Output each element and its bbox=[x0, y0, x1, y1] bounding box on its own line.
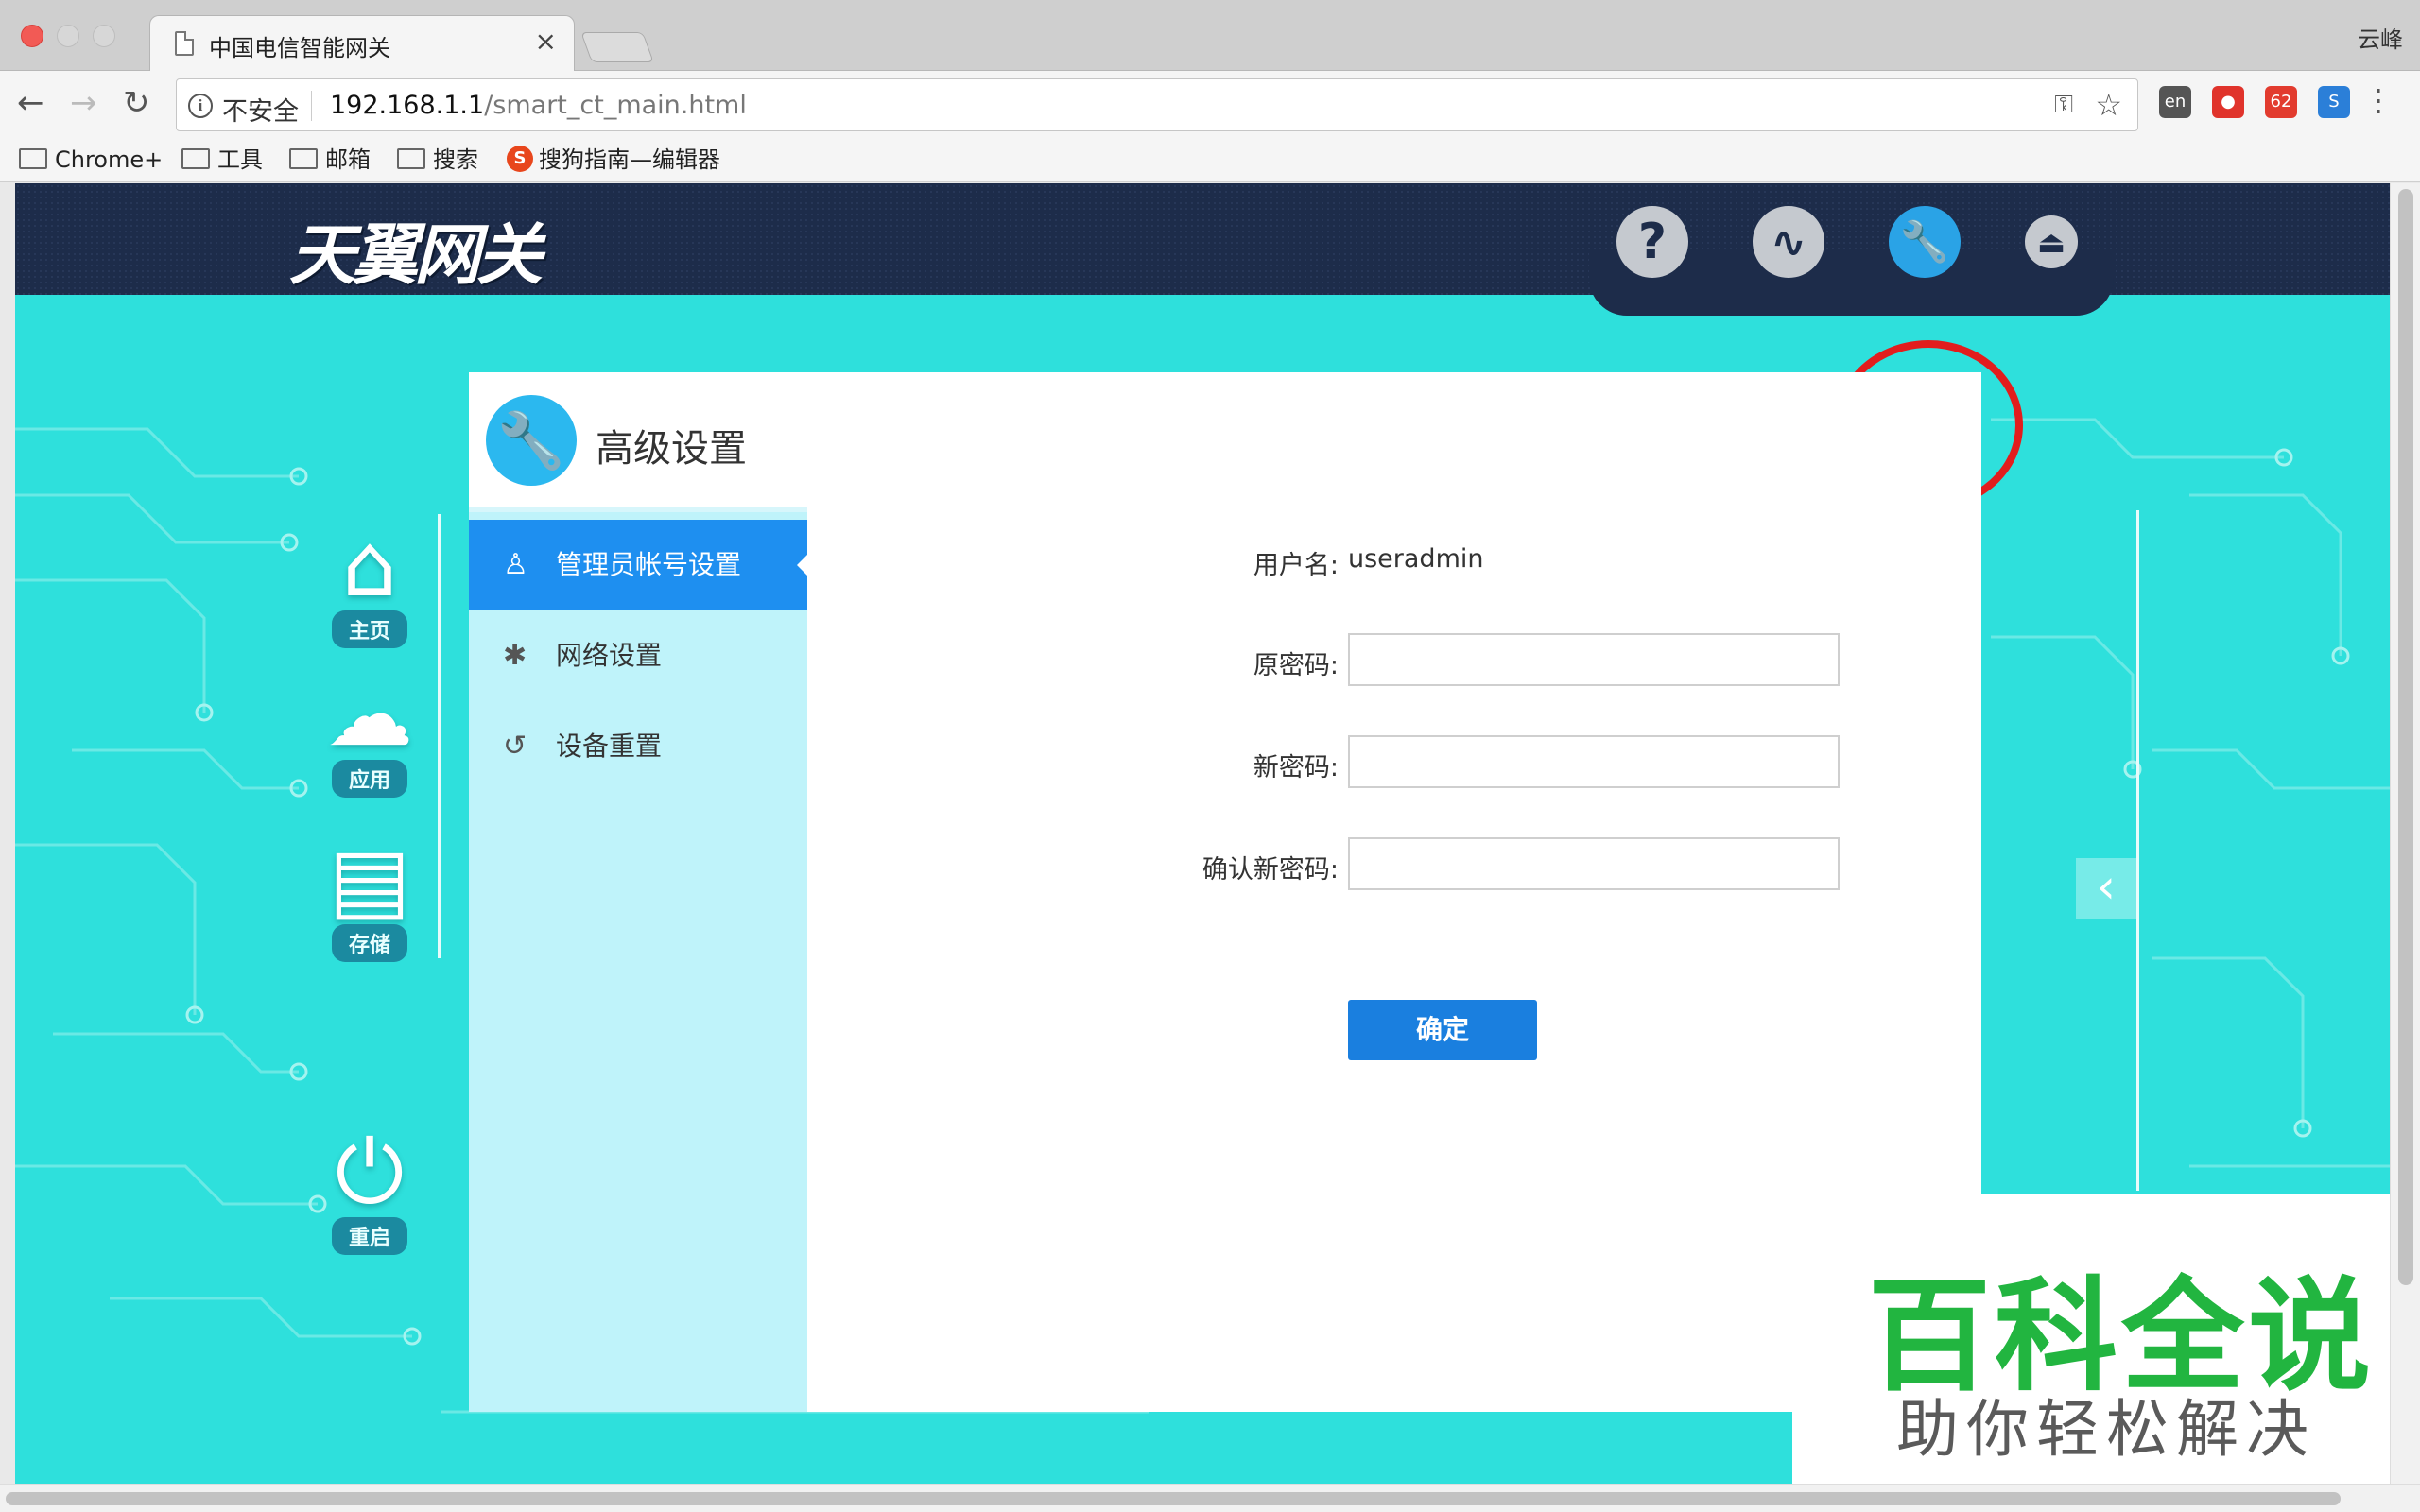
browser-titlebar: 中国电信智能网关 × 云峰 bbox=[0, 0, 2420, 72]
bookmark-star-icon[interactable]: ☆ bbox=[2095, 87, 2122, 123]
sogou-icon: S bbox=[507, 146, 533, 172]
omnibox-divider bbox=[311, 91, 312, 121]
window-zoom-button[interactable] bbox=[93, 25, 115, 47]
settings-sidebar: 🔧 高级设置 ♙ 管理员帐号设置 ✱ 网络设置 ↺ 设备重置 bbox=[469, 372, 808, 1412]
home-icon: ⌂ bbox=[341, 515, 398, 616]
user-icon: ♙ bbox=[503, 548, 528, 581]
tab-close-icon[interactable]: × bbox=[535, 26, 557, 57]
username-value: useradmin bbox=[1348, 544, 1484, 574]
tianyi-gateway-logo[interactable]: 天翼网关 bbox=[289, 202, 543, 298]
key-icon[interactable]: ⚿ bbox=[2054, 91, 2073, 120]
new-password-input[interactable] bbox=[1348, 735, 1840, 788]
watermark-subtitle: 助你轻松解决 bbox=[1896, 1393, 2316, 1466]
gear-icon: ✱ bbox=[503, 639, 527, 672]
rail-divider bbox=[438, 514, 441, 958]
old-password-row: 原密码: bbox=[1036, 633, 1887, 686]
folder-icon bbox=[397, 148, 425, 169]
adblock-extension-icon[interactable]: ● bbox=[2212, 86, 2244, 118]
rail-home-button[interactable]: ⌂ 主页 bbox=[308, 514, 431, 648]
address-bar[interactable]: i 不安全 192.168.1.1/smart_ct_main.html ⚿ ☆ bbox=[176, 78, 2138, 131]
advanced-settings-panel: 🔧 高级设置 ♙ 管理员帐号设置 ✱ 网络设置 ↺ 设备重置 用户名: user… bbox=[469, 372, 1981, 1412]
back-icon[interactable]: ← bbox=[17, 84, 44, 122]
cloud-icon: ☁ bbox=[326, 664, 413, 765]
confirm-password-row: 确认新密码: bbox=[1036, 837, 1887, 890]
tab-title: 中国电信智能网关 bbox=[209, 35, 390, 61]
rail-restart-label: 重启 bbox=[331, 1217, 407, 1255]
confirm-password-label: 确认新密码: bbox=[1201, 855, 1339, 885]
url-host: 192.168.1.1 bbox=[330, 91, 485, 120]
reload-icon[interactable]: ↻ bbox=[123, 84, 150, 122]
folder-icon bbox=[289, 148, 318, 169]
advanced-settings-wrench-icon[interactable]: 🔧 bbox=[1889, 206, 1961, 278]
confirm-password-input[interactable] bbox=[1348, 837, 1840, 890]
bookmark-chrome-plus[interactable]: Chrome+ bbox=[19, 145, 163, 175]
power-icon: ⏻ bbox=[335, 1122, 405, 1223]
folder-icon bbox=[182, 148, 210, 169]
collapse-chevron-icon[interactable]: ‹ bbox=[2076, 858, 2136, 919]
bookmarks-bar: Chrome+ 工具 邮箱 搜索 S 搜狗指南—编辑器 bbox=[0, 137, 2420, 182]
vertical-scroll-thumb[interactable] bbox=[2398, 189, 2413, 1285]
menu-admin-account-label: 管理员帐号设置 bbox=[556, 549, 742, 580]
old-password-label: 原密码: bbox=[1253, 651, 1339, 680]
folder-icon bbox=[19, 148, 47, 169]
browser-menu-icon[interactable]: ⋮ bbox=[2363, 82, 2394, 118]
bookmark-search[interactable]: 搜索 bbox=[397, 145, 478, 175]
browser-tab[interactable]: 中国电信智能网关 × bbox=[149, 15, 575, 72]
old-password-input[interactable] bbox=[1348, 633, 1840, 686]
rail-apps-label: 应用 bbox=[331, 760, 407, 798]
menu-network-settings[interactable]: ✱ 网络设置 bbox=[469, 610, 807, 701]
bookmark-tools[interactable]: 工具 bbox=[182, 145, 263, 175]
security-label[interactable]: 不安全 bbox=[222, 91, 299, 128]
rail-storage-button[interactable]: ▤ 存储 bbox=[308, 828, 431, 962]
status-chart-icon[interactable]: ∿ bbox=[1753, 206, 1824, 278]
username-row: 用户名: useradmin bbox=[1036, 533, 1887, 586]
new-password-label: 新密码: bbox=[1253, 753, 1339, 782]
confirm-button[interactable]: 确定 bbox=[1348, 1000, 1537, 1060]
menu-device-reset[interactable]: ↺ 设备重置 bbox=[469, 701, 807, 792]
vertical-scrollbar[interactable] bbox=[2390, 183, 2420, 1484]
browser-toolbar: ← → ↻ i 不安全 192.168.1.1/smart_ct_main.ht… bbox=[0, 71, 2420, 137]
badge-extension-icon[interactable]: 62 bbox=[2265, 86, 2297, 118]
s-extension-icon[interactable]: S bbox=[2318, 86, 2350, 118]
menu-device-reset-label: 设备重置 bbox=[556, 730, 663, 762]
rail-restart-button[interactable]: ⏻ 重启 bbox=[308, 1121, 431, 1255]
bookmark-sogou-guide[interactable]: S 搜狗指南—编辑器 bbox=[507, 145, 720, 175]
horizontal-scrollbar[interactable] bbox=[0, 1484, 2420, 1512]
rail-home-label: 主页 bbox=[331, 610, 407, 648]
url-path: /smart_ct_main.html bbox=[484, 91, 747, 120]
logout-icon[interactable]: ⏏ bbox=[2025, 215, 2078, 268]
help-icon[interactable]: ? bbox=[1616, 206, 1688, 278]
wrench-icon: 🔧 bbox=[486, 395, 577, 486]
profile-name[interactable]: 云峰 bbox=[2358, 21, 2403, 54]
new-tab-button[interactable] bbox=[580, 32, 654, 62]
info-icon[interactable]: i bbox=[188, 94, 213, 118]
url-text[interactable]: 192.168.1.1/smart_ct_main.html bbox=[330, 91, 747, 120]
window-close-button[interactable] bbox=[21, 25, 43, 47]
menu-network-settings-label: 网络设置 bbox=[556, 640, 663, 671]
horizontal-scroll-thumb[interactable] bbox=[6, 1492, 2341, 1505]
page-icon bbox=[175, 31, 194, 56]
rail-storage-label: 存储 bbox=[331, 924, 407, 962]
username-label: 用户名: bbox=[1253, 551, 1339, 580]
menu-admin-account[interactable]: ♙ 管理员帐号设置 bbox=[469, 520, 808, 610]
translate-extension-icon[interactable]: en bbox=[2159, 86, 2191, 118]
new-password-row: 新密码: bbox=[1036, 735, 1887, 788]
rail-apps-button[interactable]: ☁ 应用 bbox=[308, 663, 431, 798]
forward-icon[interactable]: → bbox=[70, 84, 97, 122]
panel-title: 高级设置 bbox=[596, 427, 747, 471]
storage-box-icon: ▤ bbox=[328, 829, 411, 930]
right-rail-divider bbox=[2136, 510, 2139, 1191]
reset-icon: ↺ bbox=[503, 730, 527, 763]
bookmark-mail[interactable]: 邮箱 bbox=[289, 145, 371, 175]
page-viewport: 天翼网关 ? ∿ 🔧 ⏏ ⌂ 主页 ☁ 应用 ▤ 存储 ⏻ 重启 🔧 高级设置 … bbox=[15, 183, 2390, 1484]
window-minimize-button[interactable] bbox=[57, 25, 79, 47]
settings-sidebar-header: 🔧 高级设置 bbox=[469, 372, 807, 512]
